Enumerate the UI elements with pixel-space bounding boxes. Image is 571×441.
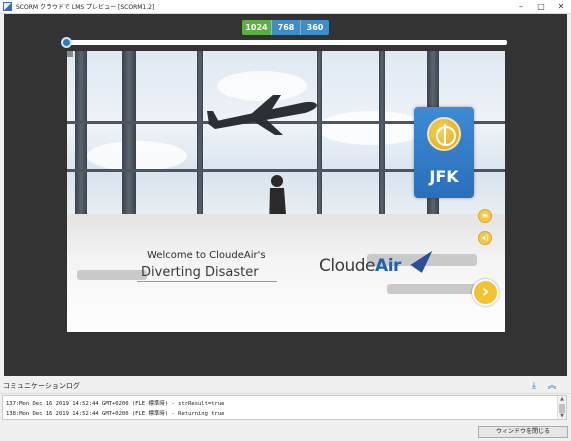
cloud-shape (87, 141, 187, 171)
scroll-down-icon[interactable]: ▼ (558, 413, 566, 419)
cloudeair-logo: CloudeAir (319, 256, 401, 276)
slide-corner-marker (67, 51, 73, 57)
destination-card[interactable]: JFK (414, 107, 474, 198)
close-window-icon[interactable]: ✕ (551, 0, 571, 14)
log-line: 137:Mon Dec 16 2019 14:52:44 GMT+0200 (F… (6, 401, 225, 407)
progress-slider-handle[interactable] (61, 37, 72, 48)
log-header: コミュニケーションログ ⤓ ︽ (0, 378, 571, 394)
title-underline (137, 281, 277, 282)
logo-text-part1: Cloude (319, 256, 376, 276)
logo-text-part2: Air (375, 256, 401, 276)
log-scrollbar[interactable]: ▲ ▼ (557, 396, 566, 419)
chevron-right-icon: › (481, 281, 490, 302)
welcome-text: Welcome to CloudeAir's (147, 250, 266, 261)
progress-slider-track[interactable] (63, 40, 507, 45)
audio-button[interactable]: ◂) (478, 231, 492, 245)
menu-button[interactable]: ≡ (478, 209, 492, 223)
size-1024-button[interactable]: 1024 (242, 20, 272, 35)
cloud-shape (317, 111, 427, 145)
size-768-button[interactable]: 768 (272, 20, 301, 35)
app-icon (3, 2, 12, 11)
close-window-button[interactable]: ウィンドウを閉じる (478, 426, 568, 438)
course-title: Diverting Disaster (141, 265, 259, 280)
title-bar: SCORM クラウドで LMS プレビュー [SCORM1.2] – □ ✕ (0, 0, 571, 14)
lounge-floor (67, 214, 505, 332)
scrollbar-thumb[interactable] (559, 404, 565, 413)
download-icon[interactable]: ⤓ (528, 380, 540, 392)
airplane-image (207, 95, 317, 135)
log-title: コミュニケーションログ (3, 382, 80, 390)
minimize-button[interactable]: – (511, 0, 531, 14)
window-controls: – □ ✕ (511, 0, 571, 14)
scroll-up-icon[interactable]: ▲ (558, 396, 566, 402)
next-slide-button[interactable]: › (472, 279, 499, 306)
menu-icon: ≡ (481, 211, 489, 220)
lounge-chair (387, 284, 477, 294)
collapse-icon[interactable]: ︽ (546, 380, 558, 392)
window-frame-post (197, 51, 203, 216)
window-frame-post (122, 51, 136, 216)
maximize-button[interactable]: □ (531, 0, 551, 14)
course-slide: Welcome to CloudeAir's Diverting Disaste… (67, 51, 505, 332)
log-list: 137:Mon Dec 16 2019 14:52:44 GMT+0200 (F… (2, 395, 567, 420)
window-frame-post (379, 51, 385, 216)
destination-label: JFK (429, 167, 459, 186)
log-line: 138:Mon Dec 16 2019 14:52:44 GMT+0200 (F… (6, 411, 225, 417)
size-selector: 1024 768 360 (242, 20, 329, 35)
globe-icon (427, 117, 461, 151)
window-frame-post (75, 51, 87, 216)
speaker-icon: ◂) (481, 233, 489, 242)
size-360-button[interactable]: 360 (301, 20, 329, 35)
window-title: SCORM クラウドで LMS プレビュー [SCORM1.2] (16, 4, 155, 11)
